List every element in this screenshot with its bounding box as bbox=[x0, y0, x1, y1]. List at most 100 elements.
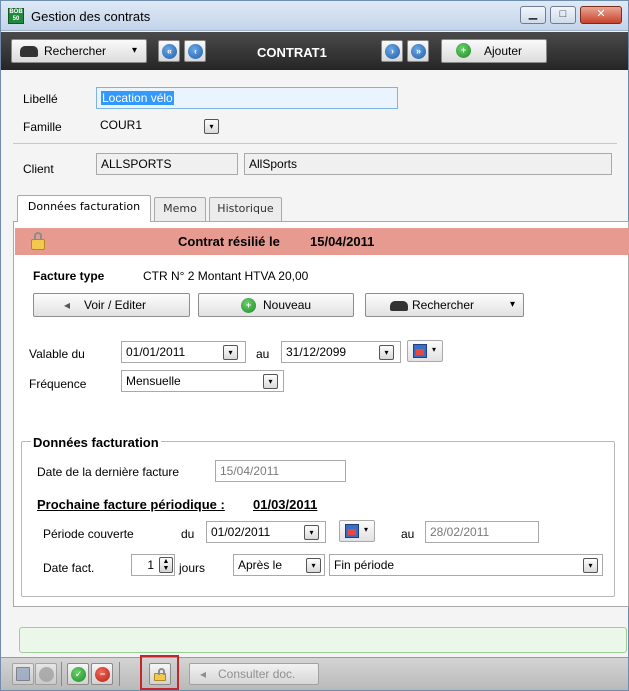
plus-icon: + bbox=[241, 298, 256, 313]
chevron-down-icon: ▾ bbox=[510, 299, 516, 310]
days-value: 1 bbox=[147, 558, 154, 572]
minus-icon: − bbox=[95, 667, 110, 682]
libelle-value: Location vélo bbox=[101, 91, 174, 105]
validate-button[interactable]: ✓ bbox=[67, 663, 89, 685]
delete-button[interactable]: − bbox=[91, 663, 113, 685]
add-button[interactable]: + Ajouter bbox=[441, 39, 547, 63]
contract-code: CONTRAT1 bbox=[257, 45, 327, 60]
calendar-icon bbox=[413, 344, 427, 358]
consult-doc-button[interactable]: ◂ Consulter doc. bbox=[189, 663, 319, 685]
date-fact-label: Date fact. bbox=[43, 561, 95, 575]
libelle-input[interactable]: Location vélo bbox=[96, 87, 398, 109]
close-button[interactable]: ✕ bbox=[580, 6, 622, 24]
relation-value: Après le bbox=[238, 558, 283, 572]
status-message-box bbox=[19, 627, 627, 653]
period-to-field: 28/02/2011 bbox=[425, 521, 539, 543]
save-button[interactable] bbox=[12, 663, 34, 685]
period-from-dropdown-icon[interactable]: ▾ bbox=[304, 525, 319, 540]
banner-text: Contrat résilié le bbox=[178, 234, 280, 249]
invoice-type-label: Facture type bbox=[33, 269, 105, 283]
relation-dropdown-icon[interactable]: ▾ bbox=[306, 558, 321, 573]
next-invoice-value: 01/03/2011 bbox=[253, 497, 318, 512]
cancel-edit-button[interactable] bbox=[35, 663, 57, 685]
previous-record-icon: ‹ bbox=[188, 44, 203, 59]
frequency-dropdown-icon[interactable]: ▾ bbox=[263, 374, 278, 389]
last-invoice-value: 15/04/2011 bbox=[220, 464, 280, 478]
chevron-down-icon: ▾ bbox=[132, 45, 138, 56]
valid-to-value: 31/12/2099 bbox=[286, 345, 347, 359]
next-invoice-label: Prochaine facture périodique : bbox=[37, 497, 225, 512]
arrow-icon: ◂ bbox=[200, 667, 207, 681]
period-from-value: 01/02/2011 bbox=[211, 525, 271, 539]
period-label: Période couverte bbox=[43, 527, 134, 541]
client-code-field: ALLSPORTS bbox=[96, 153, 238, 175]
search-invoice-label: Rechercher bbox=[412, 298, 475, 312]
frequency-value: Mensuelle bbox=[126, 374, 181, 388]
view-edit-label: Voir / Editer bbox=[84, 298, 147, 312]
chevron-down-icon: ▾ bbox=[432, 345, 437, 354]
contract-window: BOB 50 Gestion des contrats ▁ □ ✕ Recher… bbox=[0, 0, 629, 691]
calendar-icon bbox=[345, 524, 359, 538]
famille-dropdown-icon[interactable]: ▾ bbox=[204, 119, 219, 134]
libelle-label: Libellé bbox=[23, 92, 58, 106]
invoice-type-value: CTR N° 2 Montant HTVA 20,00 bbox=[143, 269, 309, 283]
tab-historique[interactable]: Historique bbox=[209, 197, 282, 221]
days-unit-label: jours bbox=[179, 561, 206, 575]
search-button-label: Rechercher bbox=[44, 44, 107, 58]
window-title: Gestion des contrats bbox=[31, 9, 151, 24]
plus-icon: + bbox=[456, 43, 471, 58]
view-edit-button[interactable]: ◂ Voir / Editer bbox=[33, 293, 190, 317]
valid-from-value: 01/01/2011 bbox=[126, 345, 186, 359]
valid-to-label: au bbox=[256, 347, 270, 361]
search-button[interactable]: Rechercher ▾ bbox=[11, 39, 147, 63]
chevron-down-icon: ▾ bbox=[364, 525, 369, 534]
frequency-label: Fréquence bbox=[29, 377, 87, 391]
calendar-button[interactable]: ▾ bbox=[407, 340, 443, 362]
save-icon bbox=[16, 667, 30, 681]
cancel-icon bbox=[39, 667, 54, 682]
new-button-label: Nouveau bbox=[263, 298, 312, 312]
tab-memo[interactable]: Memo bbox=[154, 197, 206, 221]
famille-label: Famille bbox=[23, 120, 62, 134]
lock-icon bbox=[31, 232, 45, 250]
bottom-toolbar: ✓ − ◂ Consulter doc. bbox=[1, 657, 628, 690]
binoculars-icon bbox=[390, 301, 408, 311]
client-name-field: AllSports bbox=[244, 153, 612, 175]
previous-record-button[interactable]: ‹ bbox=[184, 40, 206, 62]
tab-donnees-facturation[interactable]: Données facturation bbox=[17, 195, 151, 222]
first-record-icon: « bbox=[162, 44, 177, 59]
frequency-select[interactable]: Mensuelle bbox=[121, 370, 284, 392]
client-label: Client bbox=[23, 162, 54, 176]
search-invoice-button[interactable]: Rechercher ▾ bbox=[365, 293, 524, 317]
period-calendar-button[interactable]: ▾ bbox=[339, 520, 375, 542]
minimize-button[interactable]: ▁ bbox=[520, 6, 546, 24]
famille-value: COUR1 bbox=[100, 118, 143, 132]
first-record-button[interactable]: « bbox=[158, 40, 180, 62]
new-button[interactable]: + Nouveau bbox=[198, 293, 354, 317]
last-invoice-field: 15/04/2011 bbox=[215, 460, 346, 482]
highlight-frame bbox=[140, 655, 179, 690]
title-bar: BOB 50 Gestion des contrats ▁ □ ✕ bbox=[1, 1, 628, 31]
banner-date: 15/04/2011 bbox=[310, 234, 375, 249]
period-anchor-dropdown-icon[interactable]: ▾ bbox=[583, 558, 598, 573]
period-to-label: au bbox=[401, 527, 415, 541]
client-name: AllSports bbox=[249, 157, 298, 171]
validity-label: Valable du bbox=[29, 347, 85, 361]
client-code: ALLSPORTS bbox=[101, 157, 172, 171]
period-anchor-select[interactable]: Fin période bbox=[329, 554, 603, 576]
last-record-button[interactable]: » bbox=[407, 40, 429, 62]
last-invoice-label: Date de la dernière facture bbox=[37, 465, 180, 479]
record-toolbar: Rechercher ▾ « ‹ CONTRAT1 › » + Ajouter bbox=[1, 32, 628, 70]
billing-group-title: Données facturation bbox=[31, 435, 161, 450]
add-button-label: Ajouter bbox=[484, 44, 523, 58]
valid-to-dropdown-icon[interactable]: ▾ bbox=[379, 345, 394, 360]
check-icon: ✓ bbox=[71, 667, 86, 682]
period-anchor-value: Fin période bbox=[334, 558, 395, 572]
divider bbox=[13, 143, 617, 144]
maximize-button[interactable]: □ bbox=[550, 6, 576, 24]
valid-from-dropdown-icon[interactable]: ▾ bbox=[223, 345, 238, 360]
next-record-icon: › bbox=[385, 44, 400, 59]
stepper-arrows-icon[interactable]: ▲ ▼ bbox=[159, 557, 173, 573]
last-record-icon: » bbox=[411, 44, 426, 59]
next-record-button[interactable]: › bbox=[381, 40, 403, 62]
